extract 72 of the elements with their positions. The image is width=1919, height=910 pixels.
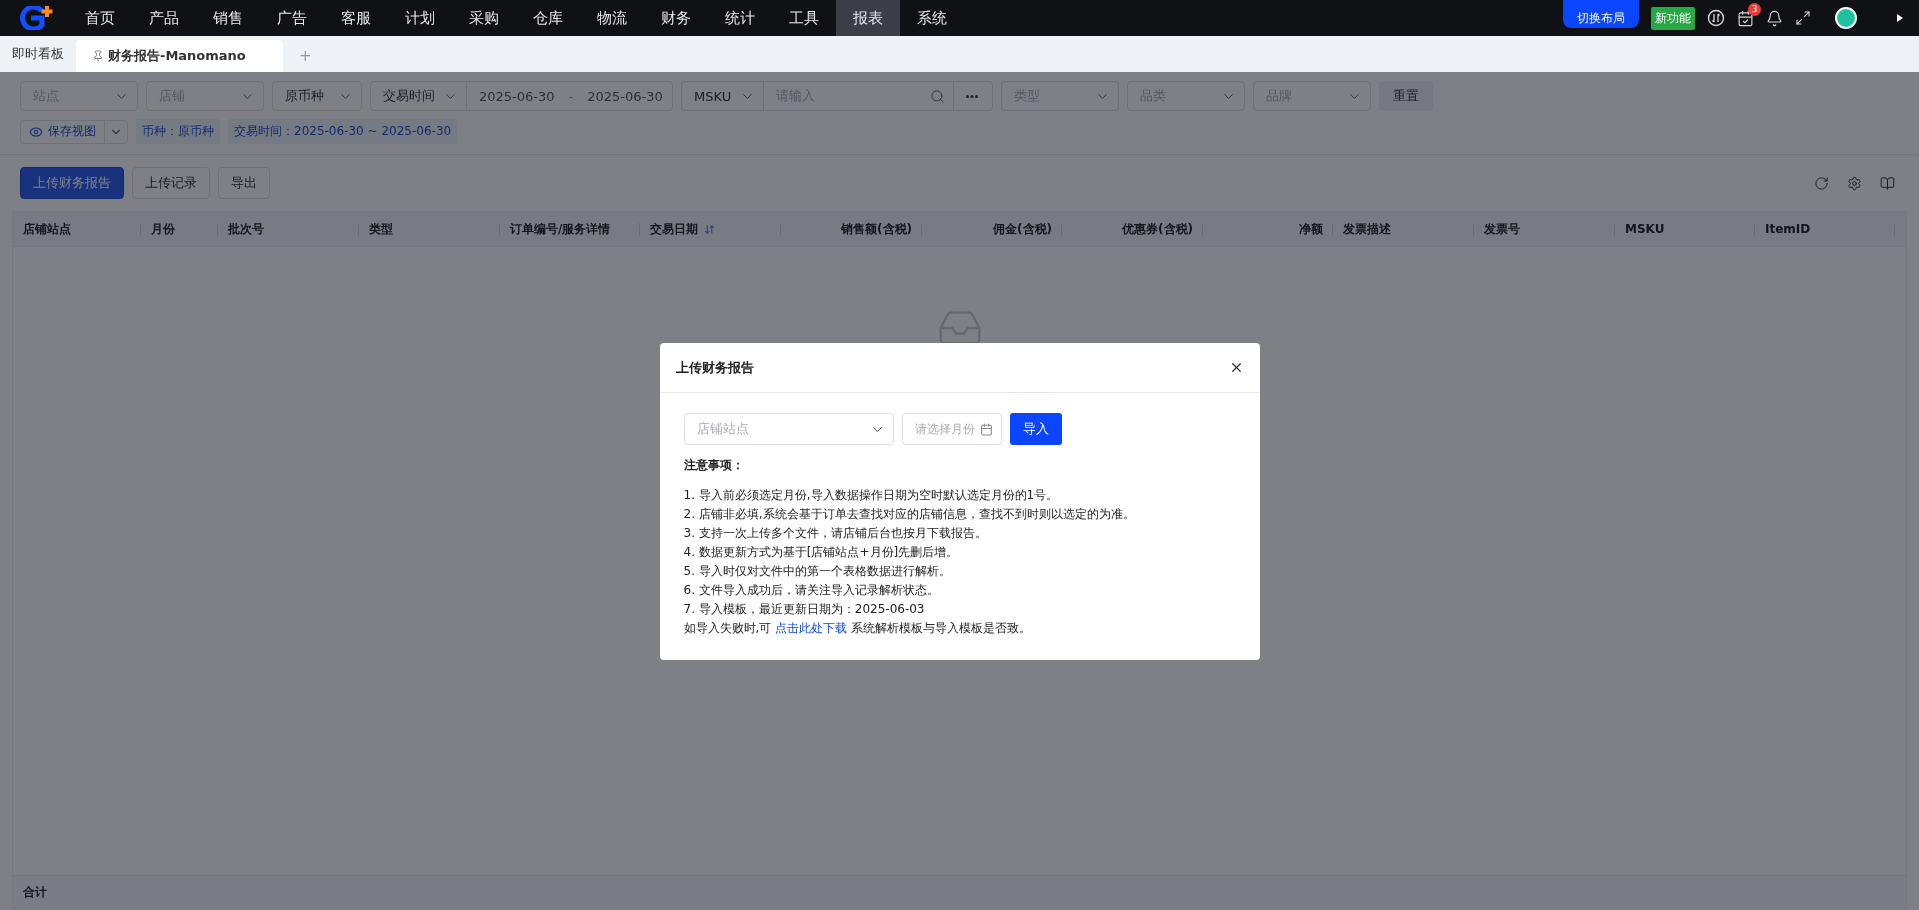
dialog-title: 上传财务报告 <box>675 358 754 377</box>
bell-icon[interactable] <box>1766 9 1783 27</box>
nav-item[interactable]: 统计 <box>708 0 772 36</box>
total-label: 合计 <box>23 884 47 901</box>
nav-item[interactable]: 销售 <box>196 0 260 36</box>
note-text: 2. 店铺非必填,系统会基于订单去查找对应的店铺信息，查找不到时则以选定的为准。 <box>683 506 1136 523</box>
note-text: 1. 导入前必须选定月份,导入数据操作日期为空时默认选定月份的1号。 <box>683 487 1060 504</box>
page-tab[interactable]: 即时看板 <box>0 36 76 72</box>
nav-item[interactable]: 客服 <box>324 0 388 36</box>
sort-icon[interactable] <box>704 223 715 235</box>
note-text: 3. 支持一次上传多个文件，请店铺后台也按月下载报告。 <box>683 525 988 542</box>
download-hint-text: 如导入失败时,可 点击此处下载 系统解析模板与导入模板是否致。 <box>683 620 1033 637</box>
nav-item[interactable]: 报表 <box>836 0 900 36</box>
column-header[interactable]: 优惠券(含税) <box>1062 212 1203 246</box>
settings-icon[interactable] <box>1847 175 1862 191</box>
nav-item[interactable]: 广告 <box>260 0 324 36</box>
column-header[interactable]: MSKU <box>1615 212 1755 246</box>
download-link[interactable]: 点击此处下载 <box>775 621 848 635</box>
nav-item[interactable]: 财务 <box>644 0 708 36</box>
nav-item[interactable]: 物流 <box>580 0 644 36</box>
column-header[interactable]: 店铺站点 <box>13 212 141 246</box>
nav-item[interactable]: 仓库 <box>516 0 580 36</box>
toolbar-button[interactable]: 导出 <box>218 167 270 199</box>
book-icon[interactable] <box>1880 175 1895 191</box>
select-field[interactable]: 原币种 <box>272 81 362 111</box>
user-avatar[interactable] <box>1835 7 1857 29</box>
import-button[interactable]: 导入 <box>1009 413 1062 445</box>
note-text: 5. 导入时仅对文件中的第一个表格数据进行解析。 <box>683 563 952 580</box>
note-text: 7. 导入模板，最近更新日期为：2025-06-03 <box>683 601 926 618</box>
search-icon <box>930 88 945 104</box>
nav-item[interactable]: 系统 <box>900 0 964 36</box>
column-header[interactable]: 发票描述 <box>1333 212 1474 246</box>
reset-button[interactable]: 重置 <box>1379 81 1433 111</box>
column-header[interactable]: 佣金(含税) <box>922 212 1062 246</box>
column-header[interactable]: 月份 <box>141 212 218 246</box>
new-feature-badge[interactable]: 新功能 <box>1651 6 1695 30</box>
sync-icon[interactable] <box>1707 9 1725 27</box>
nav-item[interactable]: 采购 <box>452 0 516 36</box>
toolbar-button[interactable]: 上传记录 <box>132 167 210 199</box>
search-type-select[interactable]: MSKU <box>682 82 764 110</box>
nav-item[interactable]: 首页 <box>68 0 132 36</box>
refresh-icon[interactable] <box>1814 175 1829 191</box>
nav-item[interactable]: 产品 <box>132 0 196 36</box>
add-tab-button[interactable]: + <box>283 40 328 72</box>
calendar-icon <box>979 422 993 436</box>
toolbar-button[interactable]: 上传财务报告 <box>20 167 124 199</box>
fullscreen-icon[interactable] <box>1795 10 1811 26</box>
filter-tag: 币种：原币种 <box>136 119 220 144</box>
nav-item[interactable]: 计划 <box>388 0 452 36</box>
pin-icon <box>92 50 104 62</box>
filter-tag: 交易时间：2025-06-30 ~ 2025-06-30 <box>228 119 458 144</box>
caret-icon[interactable] <box>1897 14 1903 22</box>
eye-icon <box>29 124 43 139</box>
column-header[interactable]: ItemID <box>1755 212 1895 246</box>
store-select[interactable]: 店铺站点 <box>683 413 894 445</box>
note-text: 6. 文件导入成功后，请关注导入记录解析状态。 <box>683 582 940 599</box>
column-header[interactable]: 订单编号/服务详情 <box>500 212 640 246</box>
column-header[interactable]: 发票号 <box>1474 212 1615 246</box>
column-header[interactable]: 交易日期 <box>640 212 781 246</box>
more-icon <box>966 94 978 98</box>
notification-count: 3 <box>1748 2 1761 16</box>
switch-layout-button[interactable]: 切换布局 <box>1563 0 1639 28</box>
note-text: 4. 数据更新方式为基于[店铺站点+月份]先删后增。 <box>683 544 960 561</box>
task-icon[interactable] <box>1737 9 1754 27</box>
month-field[interactable]: 请选择月份 <box>901 413 1002 445</box>
nav-item[interactable]: 工具 <box>772 0 836 36</box>
column-header[interactable]: 净额 <box>1203 212 1333 246</box>
column-header[interactable]: 批次号 <box>218 212 359 246</box>
column-header[interactable]: 销售额(含税) <box>781 212 922 246</box>
page-tab[interactable]: 财务报告-Manomano <box>76 40 283 72</box>
notes-title: 注意事项： <box>683 457 745 474</box>
column-header[interactable]: 类型 <box>359 212 500 246</box>
